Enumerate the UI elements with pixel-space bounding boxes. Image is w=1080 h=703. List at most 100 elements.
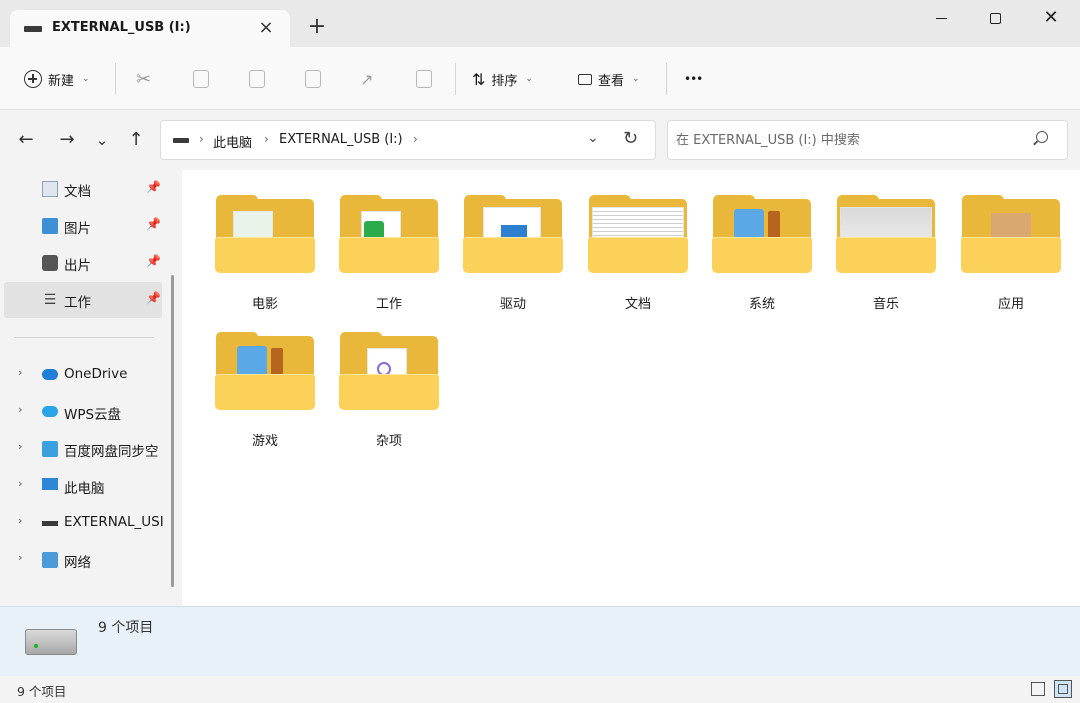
folder-movies[interactable]: 电影 (215, 195, 315, 315)
view-button[interactable]: 查看 ⌄ (578, 65, 640, 93)
chevron-down-icon: ⌄ (82, 74, 90, 84)
folder-icon (339, 237, 439, 273)
folder-music[interactable]: 音乐 (836, 195, 936, 315)
picture-icon (42, 218, 58, 234)
details-view-icon[interactable] (1031, 682, 1045, 696)
drive-led-icon (34, 644, 38, 648)
toolbar-divider (115, 63, 116, 95)
expand-chevron-icon[interactable]: › (18, 551, 22, 564)
sidebar-scrollbar[interactable] (171, 275, 174, 587)
status-item-count: 9 个项目 (17, 684, 67, 699)
sidebar-item-this-pc[interactable]: › 此电脑 (4, 468, 162, 504)
tiles-view-icon[interactable] (1054, 680, 1072, 698)
search-icon[interactable] (1036, 131, 1048, 143)
drive-icon (173, 138, 189, 143)
rename-button[interactable] (305, 65, 321, 93)
forward-button[interactable]: → (53, 126, 81, 154)
sidebar-item-baidu-netdisk[interactable]: › 百度网盘同步空 (4, 431, 162, 467)
wps-cloud-icon (42, 406, 58, 417)
folder-work[interactable]: 工作 (339, 195, 439, 315)
copy-icon (193, 70, 209, 88)
toolbar-divider (666, 63, 667, 95)
cloud-icon (42, 369, 58, 380)
expand-chevron-icon[interactable]: › (18, 403, 22, 416)
more-options-button[interactable]: ••• (684, 65, 703, 93)
breadcrumb-external-usb[interactable]: EXTERNAL_USB (I:) (279, 132, 403, 147)
folder-drivers[interactable]: 驱动 (463, 195, 563, 315)
scissors-icon: ✂ (136, 68, 152, 90)
copy-button[interactable] (193, 65, 209, 93)
folder-games[interactable]: 游戏 (215, 332, 315, 452)
chevron-down-icon: ⌄ (632, 74, 640, 84)
folder-name: 应用 (997, 297, 1024, 312)
computer-icon (42, 478, 58, 490)
maximize-button[interactable] (972, 2, 1018, 34)
delete-button[interactable] (416, 65, 432, 93)
usb-drive-icon (42, 521, 58, 526)
folder-name: 文档 (624, 297, 651, 312)
sidebar-item-documents[interactable]: 文档 📌 (4, 171, 162, 207)
new-tab-button[interactable]: + (304, 14, 330, 40)
sidebar-item-network[interactable]: › 网络 (4, 542, 162, 578)
folder-name: 杂项 (375, 434, 402, 449)
sidebar-item-label: OneDrive (64, 366, 128, 382)
folder-icon (463, 237, 563, 273)
folder-icon (215, 374, 315, 410)
back-button[interactable]: ← (12, 126, 40, 154)
folder-documents[interactable]: 文档 (588, 195, 688, 315)
recent-locations-button[interactable]: ⌄ (88, 126, 116, 154)
drive-icon (24, 26, 42, 32)
search-input[interactable] (676, 129, 1016, 151)
address-dropdown-button[interactable]: ⌄ (587, 130, 599, 146)
sidebar-item-output[interactable]: 出片 📌 (4, 245, 162, 281)
folder-name: 系统 (748, 297, 775, 312)
breadcrumb-separator: › (413, 132, 418, 146)
sidebar-item-work[interactable]: ☰ 工作 📌 (4, 282, 162, 318)
sidebar-item-label: WPS云盘 (64, 407, 122, 423)
paste-button[interactable] (249, 65, 265, 93)
folder-misc[interactable]: 杂项 (339, 332, 439, 452)
pin-icon: 📌 (146, 254, 161, 268)
folder-icon (712, 237, 812, 273)
pin-icon: 📌 (146, 217, 161, 231)
expand-chevron-icon[interactable]: › (18, 440, 22, 453)
sidebar-item-external-usb[interactable]: › EXTERNAL_USI (4, 505, 164, 541)
share-button[interactable]: ↗ (360, 65, 373, 93)
folder-apps[interactable]: 应用 (961, 195, 1061, 315)
expand-chevron-icon[interactable]: › (18, 366, 22, 379)
expand-chevron-icon[interactable]: › (18, 477, 22, 490)
view-icon (578, 73, 592, 85)
hard-drive-icon (25, 629, 77, 655)
tab-external-usb[interactable]: EXTERNAL_USB (I:) × (10, 10, 290, 47)
sidebar-item-label: 网络 (64, 555, 91, 571)
tab-close-icon[interactable]: × (254, 16, 278, 40)
folder-system[interactable]: 系统 (712, 195, 812, 315)
address-bar[interactable]: › 此电脑 › EXTERNAL_USB (I:) › ⌄ ↻ (160, 120, 656, 160)
new-label: 新建 (48, 73, 75, 89)
file-list: 电影 工作 驱动 文档 系统 音乐 应用 游戏 杂项 (182, 170, 1080, 606)
close-window-button[interactable]: ✕ (1028, 2, 1074, 34)
chevron-down-icon: ⌄ (525, 74, 533, 84)
breadcrumb-this-pc[interactable]: 此电脑 (213, 132, 252, 151)
breadcrumb-separator: › (199, 132, 204, 146)
view-label: 查看 (598, 73, 625, 89)
search-box (667, 120, 1068, 160)
up-button[interactable]: ↑ (122, 126, 150, 154)
sort-button[interactable]: ⇅ 排序 ⌄ (472, 65, 533, 93)
new-button[interactable]: 新建 ⌄ (24, 65, 90, 93)
pin-icon: 📌 (146, 180, 161, 194)
folder-name: 游戏 (251, 434, 278, 449)
sidebar-item-onedrive[interactable]: › OneDrive (4, 357, 162, 393)
sidebar-item-pictures[interactable]: 图片 📌 (4, 208, 162, 244)
minimize-button[interactable] (918, 2, 964, 34)
sidebar-item-wps-cloud[interactable]: › WPS云盘 (4, 394, 162, 430)
refresh-button[interactable]: ↻ (623, 128, 638, 149)
sidebar-item-label: EXTERNAL_USI (64, 514, 164, 530)
plus-icon (24, 70, 42, 88)
cut-button[interactable]: ✂ (136, 65, 151, 93)
folder-icon (961, 237, 1061, 273)
trash-icon (416, 70, 432, 88)
baidu-netdisk-icon (42, 441, 58, 457)
maximize-icon (989, 13, 1001, 24)
expand-chevron-icon[interactable]: › (18, 514, 22, 527)
